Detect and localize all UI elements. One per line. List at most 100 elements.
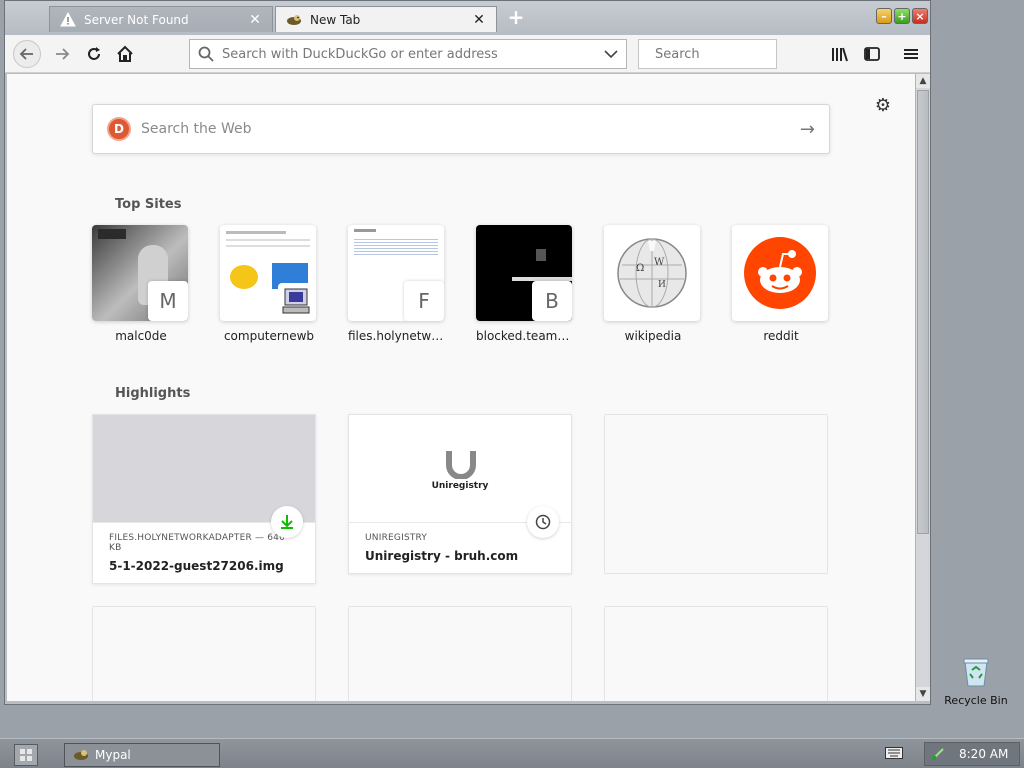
hamburger-icon (904, 49, 918, 59)
highlight-preview: Uniregistry (349, 415, 571, 538)
top-site-malc0de[interactable]: M malc0de (92, 225, 190, 343)
highlight-title: 5-1-2022-guest27206.img (109, 559, 284, 573)
site-letter-badge: M (148, 281, 188, 321)
recycle-bin-icon (961, 656, 991, 688)
reddit-logo-icon (744, 237, 816, 309)
close-icon[interactable]: ✕ (248, 13, 262, 27)
home-icon (117, 45, 133, 62)
search-input[interactable] (655, 46, 825, 62)
highlight-placeholder (604, 606, 828, 701)
warning-icon (60, 11, 76, 28)
site-letter-badge: F (404, 281, 444, 321)
site-label: reddit (763, 329, 799, 343)
menu-button[interactable] (900, 43, 922, 65)
start-button[interactable] (14, 744, 38, 766)
site-label: computernewb (223, 329, 315, 343)
mypal-icon (286, 12, 302, 28)
newtab-page: ⚙ D → Top Sites M malc0de (7, 74, 915, 701)
address-input[interactable] (222, 46, 604, 62)
task-label: Mypal (95, 748, 131, 762)
library-button[interactable] (829, 43, 851, 65)
minimize-icon[interactable]: – (876, 8, 892, 24)
highlight-placeholder (348, 606, 572, 701)
site-thumbnail: M (92, 225, 188, 321)
highlight-title: Uniregistry - bruh.com (365, 549, 519, 563)
search-icon (198, 46, 214, 62)
highlight-card-download[interactable]: FILES.HOLYNETWORKADAPTER — 640 KB 5-1-20… (92, 414, 316, 584)
arrow-right-icon[interactable]: → (800, 119, 815, 140)
tab-server-not-found[interactable]: Server Not Found ✕ (49, 6, 273, 32)
svg-text:W: W (654, 257, 665, 268)
keyboard-icon[interactable] (885, 747, 903, 761)
recycle-bin[interactable]: Recycle Bin (938, 656, 1014, 707)
uniregistry-logo-icon (443, 449, 479, 480)
back-button[interactable] (13, 40, 41, 68)
clock[interactable]: 8:20 AM (959, 747, 1008, 761)
tab-new-tab[interactable]: New Tab ✕ (275, 6, 497, 32)
nav-toolbar (5, 35, 930, 73)
web-search-box[interactable]: D → (92, 104, 830, 154)
reload-icon (88, 47, 100, 60)
duckduckgo-logo-icon: D (107, 117, 131, 141)
forward-button[interactable] (48, 40, 76, 68)
site-letter-badge: B (532, 281, 572, 321)
highlight-placeholder (604, 414, 828, 574)
clock-icon (527, 506, 559, 538)
highlight-card-uniregistry[interactable]: Uniregistry UNIREGISTRY Uniregistry - br… (348, 414, 572, 574)
uniregistry-logo-text: Uniregistry (431, 481, 489, 491)
wikipedia-globe-icon: Ω W И (617, 238, 687, 308)
windows-icon (20, 749, 32, 761)
gear-icon[interactable]: ⚙ (873, 96, 893, 116)
svg-text:И: И (658, 280, 666, 290)
highlights-heading: Highlights (115, 386, 191, 401)
scroll-down-icon[interactable]: ▼ (916, 687, 930, 701)
tab-title: Server Not Found (84, 12, 189, 27)
taskbar: Mypal 8:20 AM (0, 738, 1024, 768)
top-site-files-holynetwork[interactable]: F files.holynetwo... (348, 225, 446, 343)
scroll-up-icon[interactable]: ▲ (916, 74, 930, 88)
site-thumbnail: F (348, 225, 444, 321)
top-site-computernewb[interactable]: computernewb (220, 225, 318, 343)
site-thumbnail: Ω W И (604, 225, 700, 321)
reload-button[interactable] (80, 40, 108, 68)
site-thumbnail (220, 225, 316, 321)
tab-title: New Tab (310, 12, 361, 27)
site-label: files.holynetwo... (348, 329, 446, 343)
svg-text:Ω: Ω (636, 263, 644, 274)
download-icon (271, 506, 303, 538)
highlight-source: FILES.HOLYNETWORKADAPTER — 640 KB (109, 533, 286, 553)
computer-icon (282, 288, 310, 314)
highlight-placeholder (92, 606, 316, 701)
arrow-right-icon (56, 48, 70, 60)
top-site-blocked-teams[interactable]: B blocked.teams.... (476, 225, 574, 343)
taskbar-item-mypal[interactable]: Mypal (64, 743, 220, 767)
new-tab-button[interactable]: + (505, 7, 527, 29)
mypal-icon (74, 750, 88, 760)
window-controls: – + × (876, 8, 928, 24)
tab-strip: Server Not Found ✕ New Tab ✕ + – + × (5, 1, 930, 35)
top-site-wikipedia[interactable]: Ω W И wikipedia (604, 225, 702, 343)
maximize-icon[interactable]: + (894, 8, 910, 24)
vertical-scrollbar[interactable]: ▲ ▼ (915, 74, 930, 701)
scrollbar-thumb[interactable] (917, 90, 929, 534)
sidebar-icon (864, 47, 880, 61)
web-search-input[interactable] (141, 121, 800, 137)
address-bar[interactable] (189, 39, 627, 69)
network-icon (932, 748, 944, 760)
highlight-preview (93, 415, 315, 538)
library-icon (832, 47, 848, 62)
site-label: wikipedia (624, 329, 682, 343)
search-bar[interactable] (638, 39, 825, 69)
site-label: blocked.teams.... (476, 329, 574, 343)
arrow-left-icon (19, 48, 33, 60)
top-site-reddit[interactable]: reddit (732, 225, 830, 343)
highlight-source: UNIREGISTRY (365, 533, 428, 543)
sidebar-button[interactable] (861, 43, 883, 65)
chevron-down-icon[interactable] (604, 49, 618, 59)
home-button[interactable] (111, 40, 139, 68)
site-thumbnail (732, 225, 828, 321)
close-icon[interactable]: ✕ (472, 13, 486, 27)
top-sites-heading: Top Sites (115, 197, 182, 212)
browser-window: Server Not Found ✕ New Tab ✕ + – + × Sea… (4, 0, 931, 705)
close-window-icon[interactable]: × (912, 8, 928, 24)
